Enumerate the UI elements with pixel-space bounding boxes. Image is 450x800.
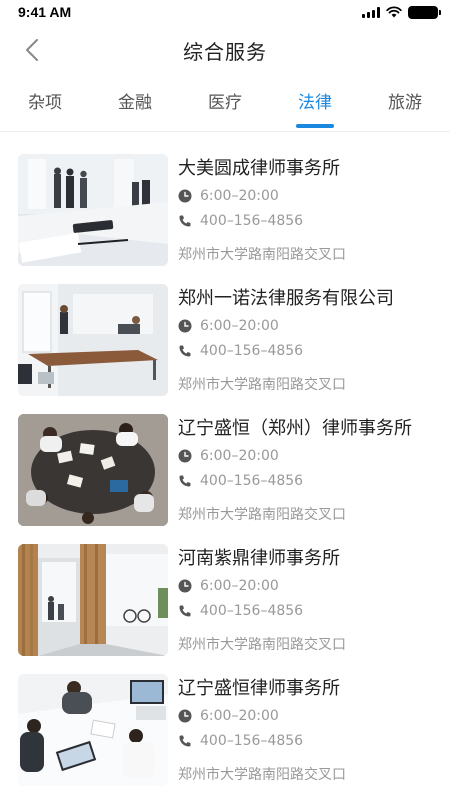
clock-icon xyxy=(178,709,192,723)
category-tabs: 杂项 金融 医疗 法律 旅游 xyxy=(0,76,450,132)
item-phone[interactable]: 400–156–4856 xyxy=(200,733,303,749)
wifi-icon xyxy=(386,6,402,18)
clock-icon xyxy=(178,449,192,463)
item-address: 郑州市大学路南阳路交叉口 xyxy=(178,637,346,653)
phone-icon xyxy=(178,734,192,748)
list-item[interactable]: 辽宁盛恒律师事务所 6:00–20:00 400–156–4856 郑州市大学路… xyxy=(0,664,450,794)
item-hours: 6:00–20:00 xyxy=(200,318,279,334)
phone-icon xyxy=(178,344,192,358)
item-name: 辽宁盛恒（郑州）律师事务所 xyxy=(178,418,412,439)
item-address: 郑州市大学路南阳路交叉口 xyxy=(178,377,346,393)
battery-icon xyxy=(408,5,441,19)
list-item[interactable]: 辽宁盛恒（郑州）律师事务所 6:00–20:00 400–156–4856 郑州… xyxy=(0,404,450,534)
clock-icon xyxy=(178,319,192,333)
phone-icon xyxy=(178,604,192,618)
status-time: 9:41 AM xyxy=(18,4,72,20)
item-hours: 6:00–20:00 xyxy=(200,188,279,204)
tab-travel[interactable]: 旅游 xyxy=(360,76,450,132)
chevron-left-icon xyxy=(26,39,38,61)
item-phone[interactable]: 400–156–4856 xyxy=(200,473,303,489)
item-hours: 6:00–20:00 xyxy=(200,578,279,594)
clock-icon xyxy=(178,189,192,203)
item-hours: 6:00–20:00 xyxy=(200,708,279,724)
item-hours: 6:00–20:00 xyxy=(200,448,279,464)
office-doorway-photo xyxy=(18,544,168,656)
item-name: 郑州一诺法律服务有限公司 xyxy=(178,288,394,309)
business-meeting-photo xyxy=(18,154,168,266)
item-address: 郑州市大学路南阳路交叉口 xyxy=(178,247,346,263)
office-conference-photo xyxy=(18,284,168,396)
phone-icon xyxy=(178,214,192,228)
item-address: 郑州市大学路南阳路交叉口 xyxy=(178,507,346,523)
nav-bar: 综合服务 xyxy=(0,24,450,76)
item-address: 郑州市大学路南阳路交叉口 xyxy=(178,767,346,783)
phone-icon xyxy=(178,474,192,488)
item-name: 辽宁盛恒律师事务所 xyxy=(178,678,340,699)
tab-misc[interactable]: 杂项 xyxy=(0,76,90,132)
status-bar: 9:41 AM xyxy=(0,0,450,24)
signal-icon xyxy=(362,6,380,18)
item-phone[interactable]: 400–156–4856 xyxy=(200,603,303,619)
list-item[interactable]: 大美圆成律师事务所 6:00–20:00 400–156–4856 郑州市大学路… xyxy=(0,144,450,274)
clock-icon xyxy=(178,579,192,593)
list-item[interactable]: 郑州一诺法律服务有限公司 6:00–20:00 400–156–4856 郑州市… xyxy=(0,274,450,404)
service-list: 大美圆成律师事务所 6:00–20:00 400–156–4856 郑州市大学路… xyxy=(0,132,450,794)
item-name: 河南紫鼎律师事务所 xyxy=(178,548,340,569)
tab-legal[interactable]: 法律 xyxy=(270,76,360,132)
item-name: 大美圆成律师事务所 xyxy=(178,158,340,179)
team-table-overhead-photo xyxy=(18,414,168,526)
status-icons xyxy=(362,5,441,19)
item-phone[interactable]: 400–156–4856 xyxy=(200,213,303,229)
page-title: 综合服务 xyxy=(183,39,267,64)
back-button[interactable] xyxy=(20,38,44,62)
list-item[interactable]: 河南紫鼎律师事务所 6:00–20:00 400–156–4856 郑州市大学路… xyxy=(0,534,450,664)
item-phone[interactable]: 400–156–4856 xyxy=(200,343,303,359)
laptop-meeting-photo xyxy=(18,674,168,786)
tab-finance[interactable]: 金融 xyxy=(90,76,180,132)
tab-medical[interactable]: 医疗 xyxy=(180,76,270,132)
